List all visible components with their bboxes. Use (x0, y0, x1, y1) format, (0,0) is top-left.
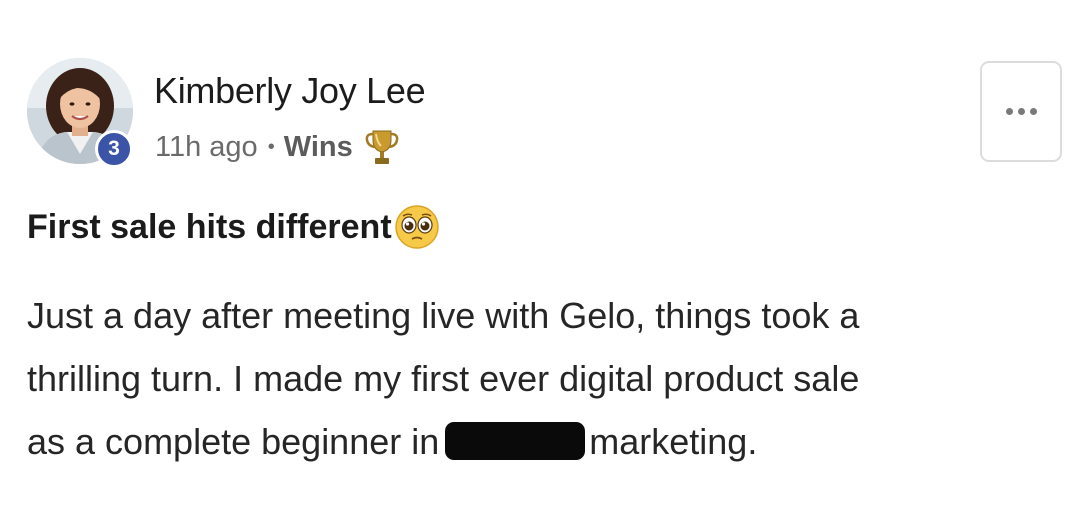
trophy-icon (365, 128, 399, 166)
community-post: 3 Kimberly Joy Lee 11h ago • Wins First … (0, 0, 1078, 514)
post-body-line: thrilling turn. I made my first ever dig… (27, 358, 860, 399)
meta-separator: • (267, 135, 275, 158)
more-dots-icon (1005, 108, 1037, 115)
pleading-face-icon (394, 204, 440, 250)
post-title-text: First sale hits different (27, 207, 392, 246)
post-timestamp[interactable]: 11h ago (155, 131, 258, 164)
post-body-text: marketing. (589, 421, 758, 462)
post-title: First sale hits different (27, 204, 440, 250)
post-body-line: as a complete beginner in marketing. (27, 410, 1047, 473)
post-body: Just a day after meeting live with Gelo,… (27, 284, 1047, 473)
post-category[interactable]: Wins (284, 131, 353, 164)
redaction-bar (445, 422, 586, 460)
author-avatar-wrap[interactable]: 3 (27, 58, 133, 168)
more-options-button[interactable] (980, 61, 1062, 162)
author-name[interactable]: Kimberly Joy Lee (154, 70, 426, 112)
level-badge: 3 (95, 130, 133, 168)
post-body-text: as a complete beginner in (27, 421, 440, 462)
post-meta: 11h ago • Wins (155, 128, 399, 166)
post-body-line: Just a day after meeting live with Gelo,… (27, 295, 860, 336)
